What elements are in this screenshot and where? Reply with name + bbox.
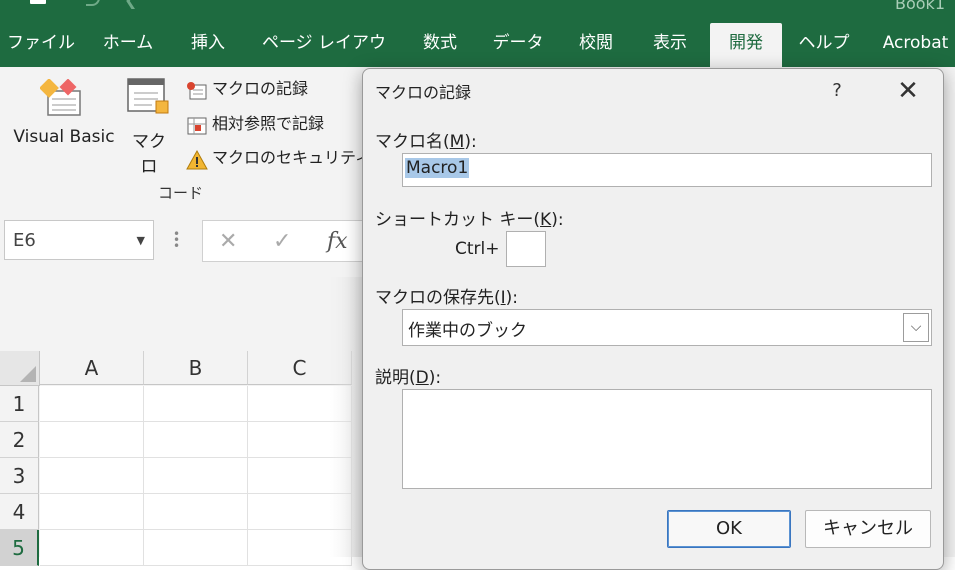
macros-button[interactable]: マクロ	[124, 127, 174, 177]
name-box[interactable]: E6 ▼	[4, 220, 154, 260]
select-all-button[interactable]	[0, 351, 40, 386]
store-macro-label: マクロの保存先(I):	[375, 288, 519, 308]
cell[interactable]	[144, 530, 248, 566]
cell[interactable]	[144, 458, 248, 494]
macro-security-label: マクロのセキュリティ	[212, 148, 372, 167]
tab-page-layout[interactable]: ページ レイアウト	[254, 20, 394, 100]
shortcut-key-input[interactable]	[506, 231, 546, 267]
column-header-a[interactable]: A	[40, 351, 144, 385]
relative-reference-label: 相対参照で記録	[212, 114, 325, 133]
store-macro-value: 作業中のブック	[408, 321, 527, 341]
description-textarea[interactable]	[402, 389, 932, 489]
macro-icon	[127, 78, 169, 114]
record-macro-dialog: マクロの記録 ? ✕ マクロ名(M): Macro1 ショートカット キー(K)…	[362, 68, 944, 570]
visual-basic-icon	[40, 79, 81, 116]
row-header-5[interactable]: 5	[0, 530, 39, 566]
tab-insert[interactable]: 挿入	[180, 20, 236, 67]
undo-icon[interactable]	[86, 0, 100, 6]
record-macro-icon	[186, 81, 207, 99]
cancel-icon[interactable]: ✕	[219, 229, 237, 254]
column-header-b[interactable]: B	[144, 351, 248, 385]
description-label: 説明(D):	[375, 368, 442, 388]
tab-formulas[interactable]: 数式	[412, 20, 468, 67]
cell[interactable]	[40, 458, 144, 494]
macro-name-label: マクロ名(M):	[375, 132, 477, 152]
warning-icon	[186, 149, 208, 169]
tab-review[interactable]: 校閲	[568, 20, 624, 67]
dialog-title: マクロの記録	[375, 83, 472, 102]
tab-acrobat[interactable]: Acrobat	[876, 20, 955, 67]
store-macro-select[interactable]: 作業中のブック ⌵	[402, 309, 932, 346]
cancel-button[interactable]: キャンセル	[805, 510, 931, 548]
record-macro-label: マクロの記録	[212, 79, 309, 98]
macro-security-button[interactable]: マクロのセキュリティ	[186, 145, 371, 171]
insert-function-icon[interactable]: fx	[327, 229, 348, 254]
tab-view[interactable]: 表示	[642, 20, 698, 67]
name-box-value: E6	[13, 230, 36, 251]
ctrl-label: Ctrl+	[455, 239, 500, 259]
record-macro-button[interactable]: マクロの記録	[186, 76, 308, 102]
ok-button[interactable]: OK	[667, 510, 791, 548]
tab-home[interactable]: ホーム	[94, 20, 162, 67]
title-bar: ❮ Book1	[0, 0, 955, 20]
code-group-label: コード	[158, 184, 204, 202]
row-header-1[interactable]: 1	[0, 386, 39, 422]
chevron-down-icon[interactable]: ⌵	[903, 313, 929, 342]
tab-help[interactable]: ヘルプ	[792, 20, 856, 67]
visual-basic-button[interactable]: Visual Basic	[10, 127, 118, 147]
cell[interactable]	[144, 422, 248, 458]
tab-developer[interactable]: 開発	[710, 23, 782, 67]
tab-file[interactable]: ファイル	[4, 20, 78, 67]
excel-app-icon	[30, 0, 46, 4]
help-button[interactable]: ?	[825, 73, 849, 109]
relative-reference-icon	[186, 116, 207, 134]
row-header-2[interactable]: 2	[0, 422, 39, 458]
cell[interactable]	[40, 494, 144, 530]
redo-icon[interactable]: ❮	[124, 0, 137, 9]
row-header-4[interactable]: 4	[0, 494, 39, 530]
relative-reference-button[interactable]: 相対参照で記録	[186, 111, 324, 137]
tab-data[interactable]: データ	[486, 20, 550, 67]
macro-name-input[interactable]: Macro1	[402, 153, 932, 187]
close-icon[interactable]: ✕	[893, 73, 923, 109]
enter-check-icon[interactable]: ✓	[273, 229, 291, 254]
cell[interactable]	[40, 530, 144, 566]
cell[interactable]	[40, 422, 144, 458]
cell[interactable]	[40, 386, 144, 422]
chevron-down-icon[interactable]: ▼	[137, 221, 145, 261]
drag-handle-icon[interactable]: • • •	[173, 228, 180, 252]
ribbon-tabs: ファイル ホーム 挿入 ページ レイアウト 数式 データ 校閲 表示 開発 ヘル…	[0, 20, 955, 100]
cell[interactable]	[144, 386, 248, 422]
formula-buttons: ✕ ✓ fx	[202, 220, 384, 262]
workbook-title: Book1	[895, 0, 945, 13]
cell[interactable]	[144, 494, 248, 530]
shortcut-key-label: ショートカット キー(K):	[375, 210, 564, 230]
macro-name-value: Macro1	[405, 158, 470, 178]
row-header-3[interactable]: 3	[0, 458, 39, 494]
